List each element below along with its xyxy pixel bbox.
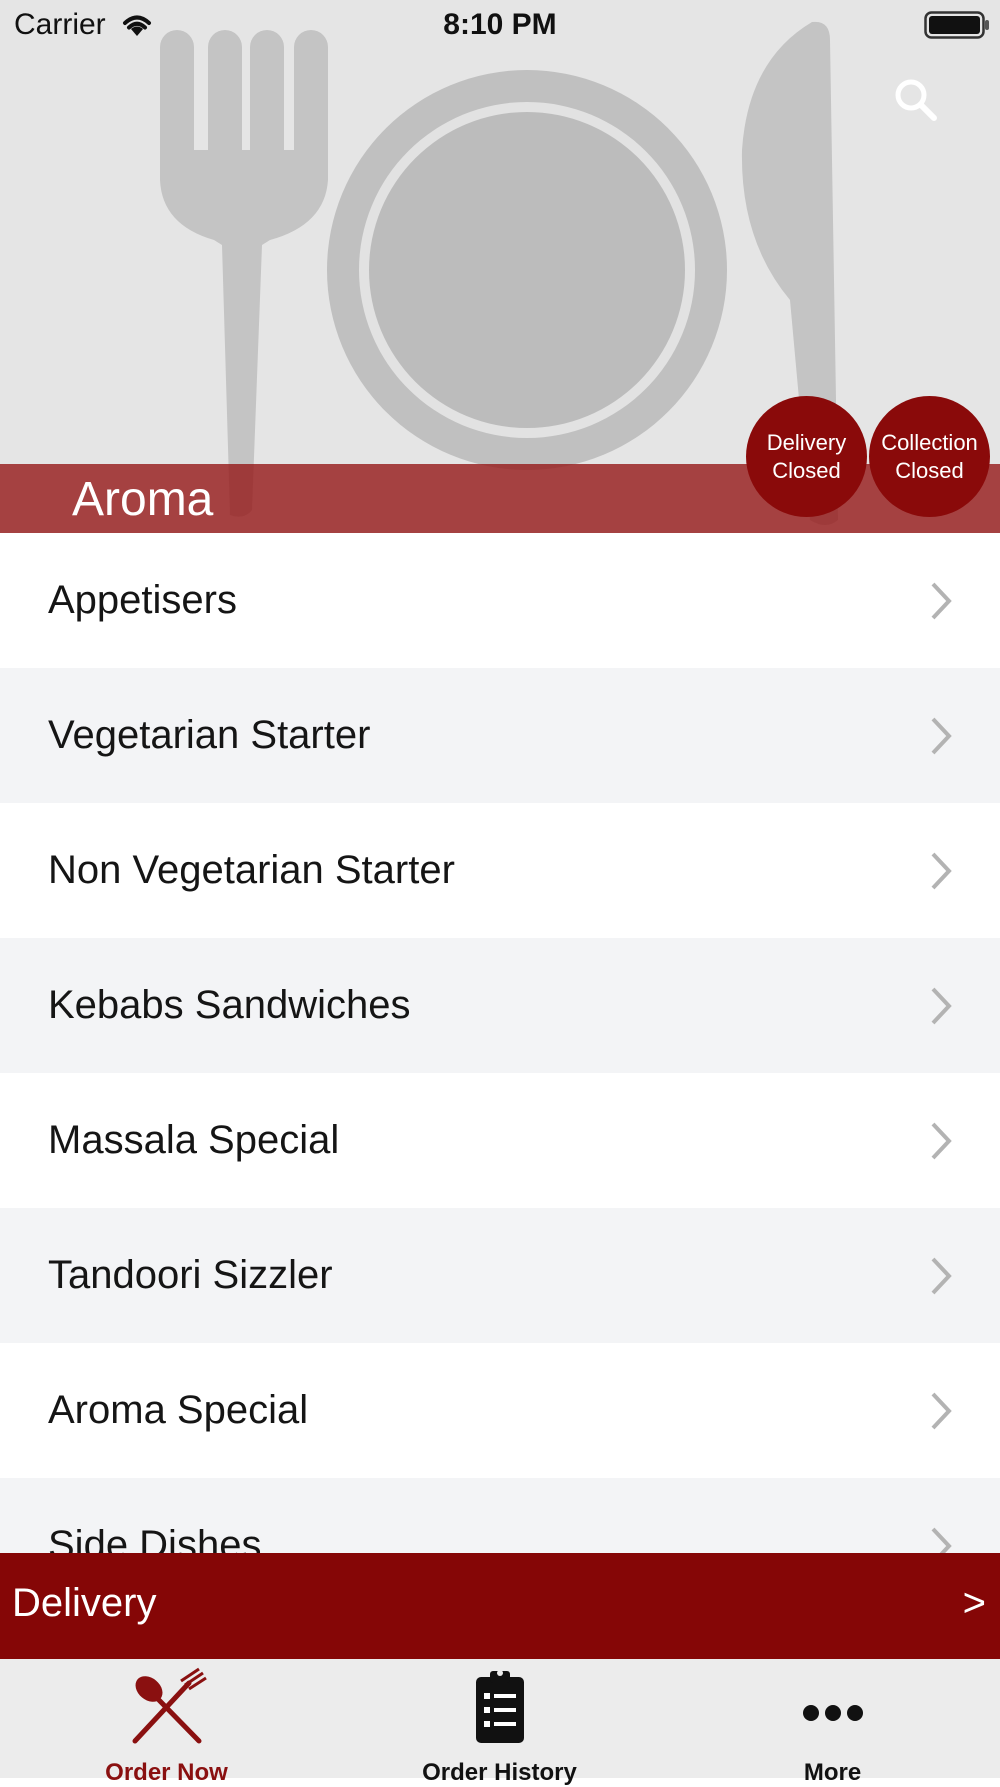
menu-category-label: Side Dishes (48, 1523, 262, 1553)
chevron-right-icon (931, 852, 952, 889)
more-dots-icon (802, 1705, 863, 1721)
menu-category-appetisers[interactable]: Appetisers (0, 533, 1000, 668)
menu-category-label: Appetisers (48, 578, 237, 622)
menu-category-kebabs-sandwiches[interactable]: Kebabs Sandwiches (0, 938, 1000, 1073)
delivery-status-badge: Delivery Closed (746, 396, 867, 517)
chevron-right-icon (931, 1257, 952, 1294)
tab-label: More (803, 1759, 862, 1786)
chevron-right-icon (931, 1527, 952, 1553)
menu-category-tandoori-sizzler[interactable]: Tandoori Sizzler (0, 1208, 1000, 1343)
menu-category-label: Massala Special (48, 1118, 340, 1162)
tab-order-history[interactable]: Order History (333, 1659, 666, 1786)
menu-category-label: Vegetarian Starter (48, 713, 371, 757)
delivery-mode-bar[interactable]: Delivery > (0, 1553, 1000, 1659)
menu-category-label: Non Vegetarian Starter (48, 848, 455, 892)
tab-order-now[interactable]: Order Now (0, 1659, 333, 1786)
search-icon[interactable] (890, 74, 940, 124)
delivery-mode-label: Delivery (12, 1581, 157, 1625)
delivery-mode-arrow-icon: > (962, 1581, 986, 1625)
menu-category-label: Tandoori Sizzler (48, 1253, 333, 1297)
header-banner: Carrier 8:10 PM Aroma Delivery Closed Co… (0, 0, 1000, 533)
menu-category-aroma-special[interactable]: Aroma Special (0, 1343, 1000, 1478)
chevron-right-icon (931, 717, 952, 754)
tab-more[interactable]: More (666, 1659, 999, 1786)
tab-label: Order Now (105, 1759, 228, 1786)
menu-category-label: Kebabs Sandwiches (48, 983, 411, 1027)
restaurant-name: Aroma (72, 473, 214, 526)
menu-category-vegetarian-starter[interactable]: Vegetarian Starter (0, 668, 1000, 803)
collection-status-badge: Collection Closed (869, 396, 990, 517)
status-bar: Carrier 8:10 PM (0, 0, 1000, 50)
delivery-status-line2: Closed (772, 457, 841, 483)
status-time: 8:10 PM (443, 8, 557, 41)
menu-category-non-vegetarian-starter[interactable]: Non Vegetarian Starter (0, 803, 1000, 938)
collection-status-line1: Collection (881, 429, 978, 455)
chevron-right-icon (931, 1392, 952, 1429)
menu-category-side-dishes[interactable]: Side Dishes (0, 1478, 1000, 1553)
fork-spoon-icon (132, 1667, 207, 1744)
chevron-right-icon (931, 1122, 952, 1159)
chevron-right-icon (931, 582, 952, 619)
menu-category-label: Aroma Special (48, 1388, 309, 1432)
clipboard-list-icon (475, 1670, 524, 1743)
menu-category-massala-special[interactable]: Massala Special (0, 1073, 1000, 1208)
bottom-tab-bar: Order Now Order History More (0, 1659, 1000, 1786)
battery-icon (924, 11, 989, 39)
delivery-status-line1: Delivery (766, 429, 847, 455)
menu-category-list: Appetisers Vegetarian Starter Non Vegeta… (0, 533, 1000, 1553)
tab-label: Order History (422, 1759, 577, 1786)
chevron-right-icon (931, 987, 952, 1024)
collection-status-line2: Closed (895, 457, 964, 483)
